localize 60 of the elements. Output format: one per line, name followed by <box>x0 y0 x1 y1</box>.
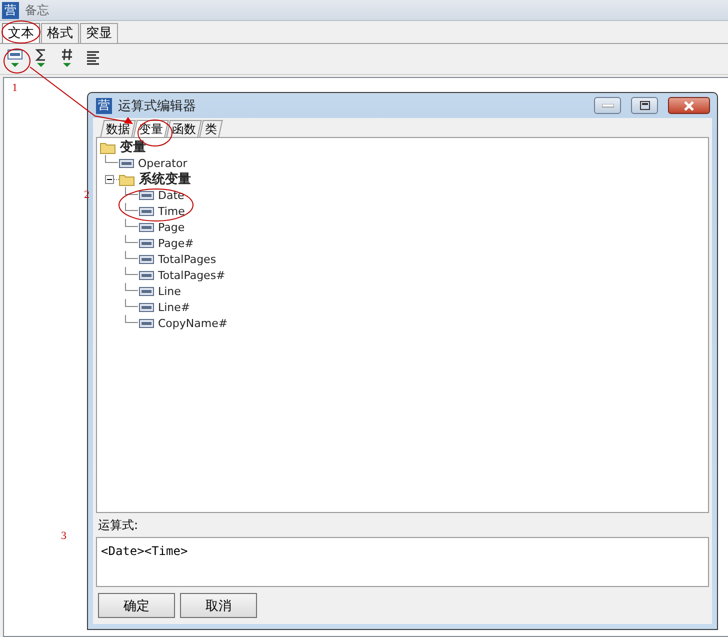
tab[interactable]: 变量 <box>133 120 169 137</box>
window-title: 备忘 <box>25 2 49 18</box>
text-field-icon <box>139 238 154 248</box>
tree-connector <box>105 155 118 163</box>
tree-item[interactable]: CopyName# <box>158 316 228 330</box>
tree-item[interactable]: Line <box>158 284 181 298</box>
tree-item[interactable]: 变量 <box>120 138 146 156</box>
text-field-icon <box>139 254 154 264</box>
minimize-button[interactable] <box>594 97 621 114</box>
tab[interactable]: 类 <box>199 120 223 137</box>
text-field-icon <box>139 206 154 216</box>
dialog-button[interactable]: 取消 <box>180 593 257 618</box>
annotation-ellipse <box>4 48 30 74</box>
tab[interactable]: 函数 <box>166 120 202 137</box>
collapse-icon[interactable] <box>105 174 119 184</box>
tree-item[interactable]: Page# <box>158 236 194 250</box>
annotation-number: 1 <box>12 82 18 94</box>
tree-item[interactable]: TotalPages <box>158 252 216 266</box>
annotation-number: 3 <box>61 530 66 542</box>
tab[interactable]: 突显 <box>80 23 118 43</box>
tree-item[interactable]: Time <box>158 204 185 218</box>
minimize-icon <box>602 104 614 108</box>
tree-connector <box>125 219 138 227</box>
tree-item[interactable]: Operator <box>138 156 188 170</box>
tree-item[interactable]: Date <box>158 188 184 202</box>
maximize-button[interactable] <box>631 97 658 114</box>
tab[interactable]: 数据 <box>100 120 136 137</box>
tree-connector <box>125 283 138 291</box>
tree-connector <box>125 187 138 195</box>
tab[interactable]: 文本 <box>2 23 40 43</box>
text-field-icon <box>139 318 154 328</box>
text-field-icon <box>139 286 154 296</box>
tree-connector <box>125 251 138 259</box>
expression-field[interactable]: <Date><Time> <box>96 537 709 587</box>
tree-item[interactable]: Page <box>158 220 185 234</box>
text-field-icon <box>119 158 134 168</box>
folder-icon <box>100 140 116 154</box>
dialog-button[interactable]: 确定 <box>98 593 175 618</box>
text-field-icon <box>139 270 154 280</box>
tree-connector <box>125 299 138 307</box>
folder-icon <box>119 172 135 186</box>
tab[interactable]: 格式 <box>41 23 79 43</box>
text-field-icon <box>139 302 154 312</box>
close-button[interactable] <box>668 97 710 114</box>
tree-item[interactable]: TotalPages# <box>158 268 226 282</box>
close-icon <box>683 100 695 110</box>
annotation-ellipse <box>2 20 40 44</box>
tree-connector <box>125 267 138 275</box>
maximize-icon <box>640 101 650 110</box>
app-icon: 营 <box>96 98 112 114</box>
dialog-title: 运算式编辑器 <box>118 98 197 114</box>
tree-connector <box>125 235 138 243</box>
text-field-icon <box>139 190 154 200</box>
expression-label: 运算式: <box>97 517 140 534</box>
tree-item[interactable]: 系统变量 <box>139 170 191 188</box>
tree-item[interactable]: Line# <box>158 300 190 314</box>
text-field-icon <box>139 222 154 232</box>
app-icon: 营 <box>2 2 19 18</box>
tree-connector <box>125 315 138 323</box>
tree-connector <box>125 203 138 211</box>
